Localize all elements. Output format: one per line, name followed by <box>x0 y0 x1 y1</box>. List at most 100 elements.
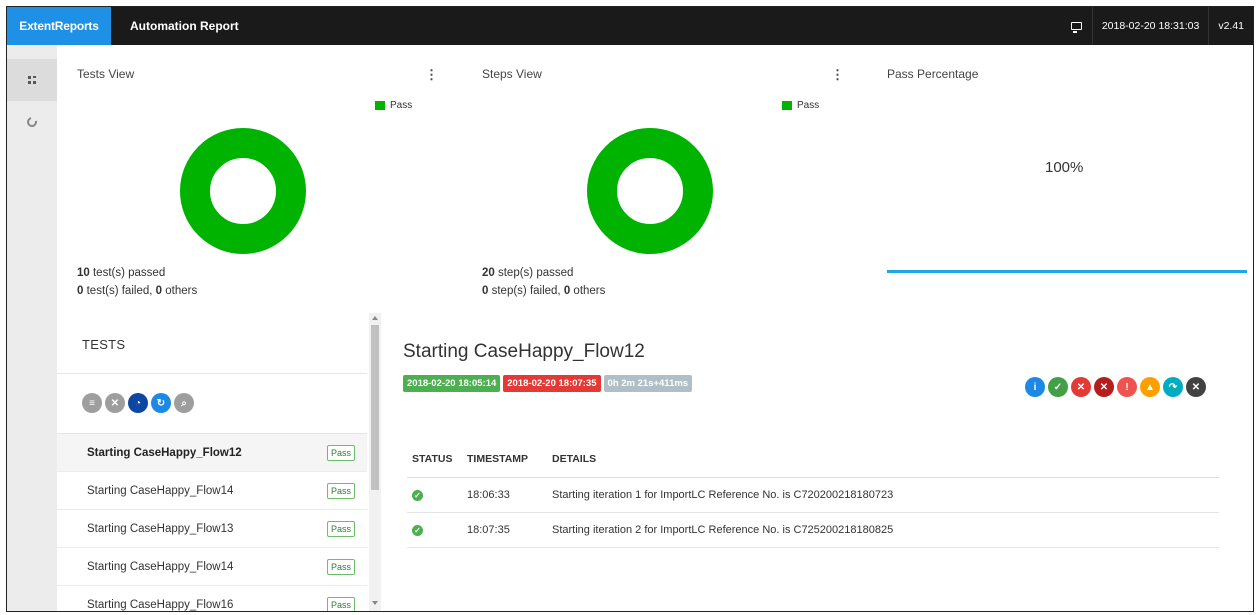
test-filter-toolbar: ≡ ✕ ◔ ↻ ⌕ <box>82 393 194 413</box>
tests-panel: TESTS ≡ ✕ ◔ ↻ ⌕ Starting CaseHappy_Flow1… <box>57 313 381 611</box>
test-list: Starting CaseHappy_Flow12 Pass Starting … <box>57 434 367 611</box>
start-time-badge: 2018-02-20 18:05:14 <box>403 375 501 392</box>
pass-percentage-bar <box>887 270 1247 273</box>
timestamp-cell: 18:06:33 <box>462 477 547 513</box>
top-bar-right: 2018-02-20 18:31:03 v2.41 <box>1061 7 1253 45</box>
brand-logo[interactable]: ExtentReports <box>7 7 111 45</box>
report-version: v2.41 <box>1208 7 1253 45</box>
status-cell: ✓ <box>407 477 462 513</box>
scroll-thumb[interactable] <box>371 325 379 490</box>
steps-view-panel: Steps View ⋮ Pass 20 step(s) passed 0 st… <box>467 45 847 305</box>
tests-failed-summary: 0 test(s) failed, 0 others <box>77 285 197 297</box>
status-filter-toolbar: i ✓ ✕ ✕ ! ▲ ↷ ✕ <box>1025 377 1206 397</box>
test-list-item[interactable]: Starting CaseHappy_Flow12 Pass <box>57 434 367 472</box>
report-title: Automation Report <box>130 19 239 33</box>
table-row: ✓ 18:07:35 Starting iteration 2 for Impo… <box>407 512 1219 548</box>
duration-badge: 0h 2m 21s+411ms <box>603 375 693 392</box>
fail-filter-icon[interactable]: ✕ <box>1071 377 1091 397</box>
tests-view-panel: Tests View ⋮ Pass 10 test(s) passed 0 te… <box>57 45 438 305</box>
tests-passed-text: test(s) passed <box>89 267 166 279</box>
sidebar-item-charts[interactable] <box>7 101 57 143</box>
steps-passed-summary: 20 step(s) passed <box>482 267 573 279</box>
test-name: Starting CaseHappy_Flow14 <box>87 560 234 573</box>
steps-donut-chart[interactable] <box>587 128 713 254</box>
steps-passed-count: 20 <box>482 267 495 279</box>
test-name: Starting CaseHappy_Flow13 <box>87 522 234 535</box>
pass-percentage-panel: Pass Percentage 100% <box>887 45 1253 305</box>
more-options-icon[interactable]: ⋮ <box>425 67 438 83</box>
clear-filter-icon[interactable]: ✕ <box>1186 377 1206 397</box>
scroll-down-icon[interactable] <box>372 601 378 605</box>
pass-legend-swatch <box>375 101 385 110</box>
pass-check-icon: ✓ <box>412 489 423 501</box>
pass-percentage-value: 100% <box>1045 159 1084 176</box>
dashboard-icon <box>28 76 36 84</box>
clear-filter-icon[interactable]: ✕ <box>105 393 125 413</box>
pass-status-badge: Pass <box>327 520 356 537</box>
test-name: Starting CaseHappy_Flow14 <box>87 484 234 497</box>
pass-check-icon: ✓ <box>412 524 423 536</box>
more-options-icon[interactable]: ⋮ <box>831 67 844 83</box>
steps-failed-text: step(s) failed, <box>488 285 564 297</box>
steps-failed-summary: 0 step(s) failed, 0 others <box>482 285 605 297</box>
report-window: ExtentReports Automation Report 2018-02-… <box>6 6 1254 612</box>
error-filter-icon[interactable]: ! <box>1117 377 1137 397</box>
details-column-header: DETAILS <box>547 441 1219 478</box>
test-list-item[interactable]: Starting CaseHappy_Flow14 Pass <box>57 548 367 586</box>
report-datetime: 2018-02-20 18:31:03 <box>1091 7 1209 45</box>
details-cell: Starting iteration 1 for ImportLC Refere… <box>547 477 1219 513</box>
fatal-filter-icon[interactable]: ✕ <box>1094 377 1114 397</box>
pass-status-badge: Pass <box>327 596 356 611</box>
pass-filter-icon[interactable]: ✓ <box>1048 377 1068 397</box>
warning-filter-icon[interactable]: ▲ <box>1140 377 1160 397</box>
steps-view-title: Steps View <box>482 67 542 81</box>
table-row: ✓ 18:06:33 Starting iteration 1 for Impo… <box>407 477 1219 513</box>
test-name: Starting CaseHappy_Flow16 <box>87 598 234 611</box>
chart-toggle-icon[interactable]: ◔ <box>128 393 148 413</box>
steps-view-legend-label: Pass <box>797 100 820 111</box>
test-detail-title: Starting CaseHappy_Flow12 <box>403 341 645 362</box>
test-detail-panel: Starting CaseHappy_Flow12 2018-02-20 18:… <box>401 313 1221 611</box>
test-time-badges: 2018-02-20 18:05:14 2018-02-20 18:07:35 … <box>403 375 693 392</box>
top-bar: ExtentReports Automation Report 2018-02-… <box>7 7 1253 45</box>
tests-view-legend[interactable]: Pass <box>375 100 412 111</box>
search-icon[interactable]: ⌕ <box>174 393 194 413</box>
steps-view-legend[interactable]: Pass <box>782 100 819 111</box>
test-list-item[interactable]: Starting CaseHappy_Flow14 Pass <box>57 472 367 510</box>
sidebar-item-dashboard[interactable] <box>7 59 57 101</box>
test-list-item[interactable]: Starting CaseHappy_Flow13 Pass <box>57 510 367 548</box>
divider <box>57 373 367 374</box>
status-cell: ✓ <box>407 512 462 548</box>
skip-filter-icon[interactable]: ↷ <box>1163 377 1183 397</box>
scroll-up-icon[interactable] <box>372 316 378 320</box>
tests-others-text: others <box>162 285 198 297</box>
pie-chart-icon <box>25 115 39 129</box>
tests-passed-summary: 10 test(s) passed <box>77 267 165 279</box>
steps-passed-text: step(s) passed <box>494 267 574 279</box>
tests-passed-count: 10 <box>77 267 90 279</box>
monitor-icon[interactable] <box>1061 7 1092 45</box>
details-cell: Starting iteration 2 for ImportLC Refere… <box>547 512 1219 548</box>
refresh-icon[interactable]: ↻ <box>151 393 171 413</box>
pass-status-badge: Pass <box>327 444 356 461</box>
tests-view-title: Tests View <box>77 67 135 81</box>
pass-legend-swatch <box>782 101 792 110</box>
tests-view-legend-label: Pass <box>390 100 413 111</box>
test-list-item[interactable]: Starting CaseHappy_Flow16 Pass <box>57 586 367 611</box>
tests-donut-chart[interactable] <box>180 128 306 254</box>
sidebar <box>7 45 57 611</box>
timestamp-cell: 18:07:35 <box>462 512 547 548</box>
tests-failed-text: test(s) failed, <box>83 285 156 297</box>
steps-others-text: others <box>570 285 606 297</box>
timestamp-column-header: TIMESTAMP <box>462 441 547 478</box>
status-column-header: STATUS <box>407 441 462 478</box>
tests-header: TESTS <box>82 337 126 352</box>
pass-percentage-title: Pass Percentage <box>887 67 979 81</box>
info-filter-icon[interactable]: i <box>1025 377 1045 397</box>
end-time-badge: 2018-02-20 18:07:35 <box>503 375 601 392</box>
list-filter-icon[interactable]: ≡ <box>82 393 102 413</box>
test-list-scrollbar[interactable] <box>369 313 381 611</box>
step-log-table: STATUS TIMESTAMP DETAILS ✓ 18:06:33 Star… <box>407 441 1219 548</box>
test-name: Starting CaseHappy_Flow12 <box>87 446 242 459</box>
table-header-row: STATUS TIMESTAMP DETAILS <box>407 441 1219 478</box>
